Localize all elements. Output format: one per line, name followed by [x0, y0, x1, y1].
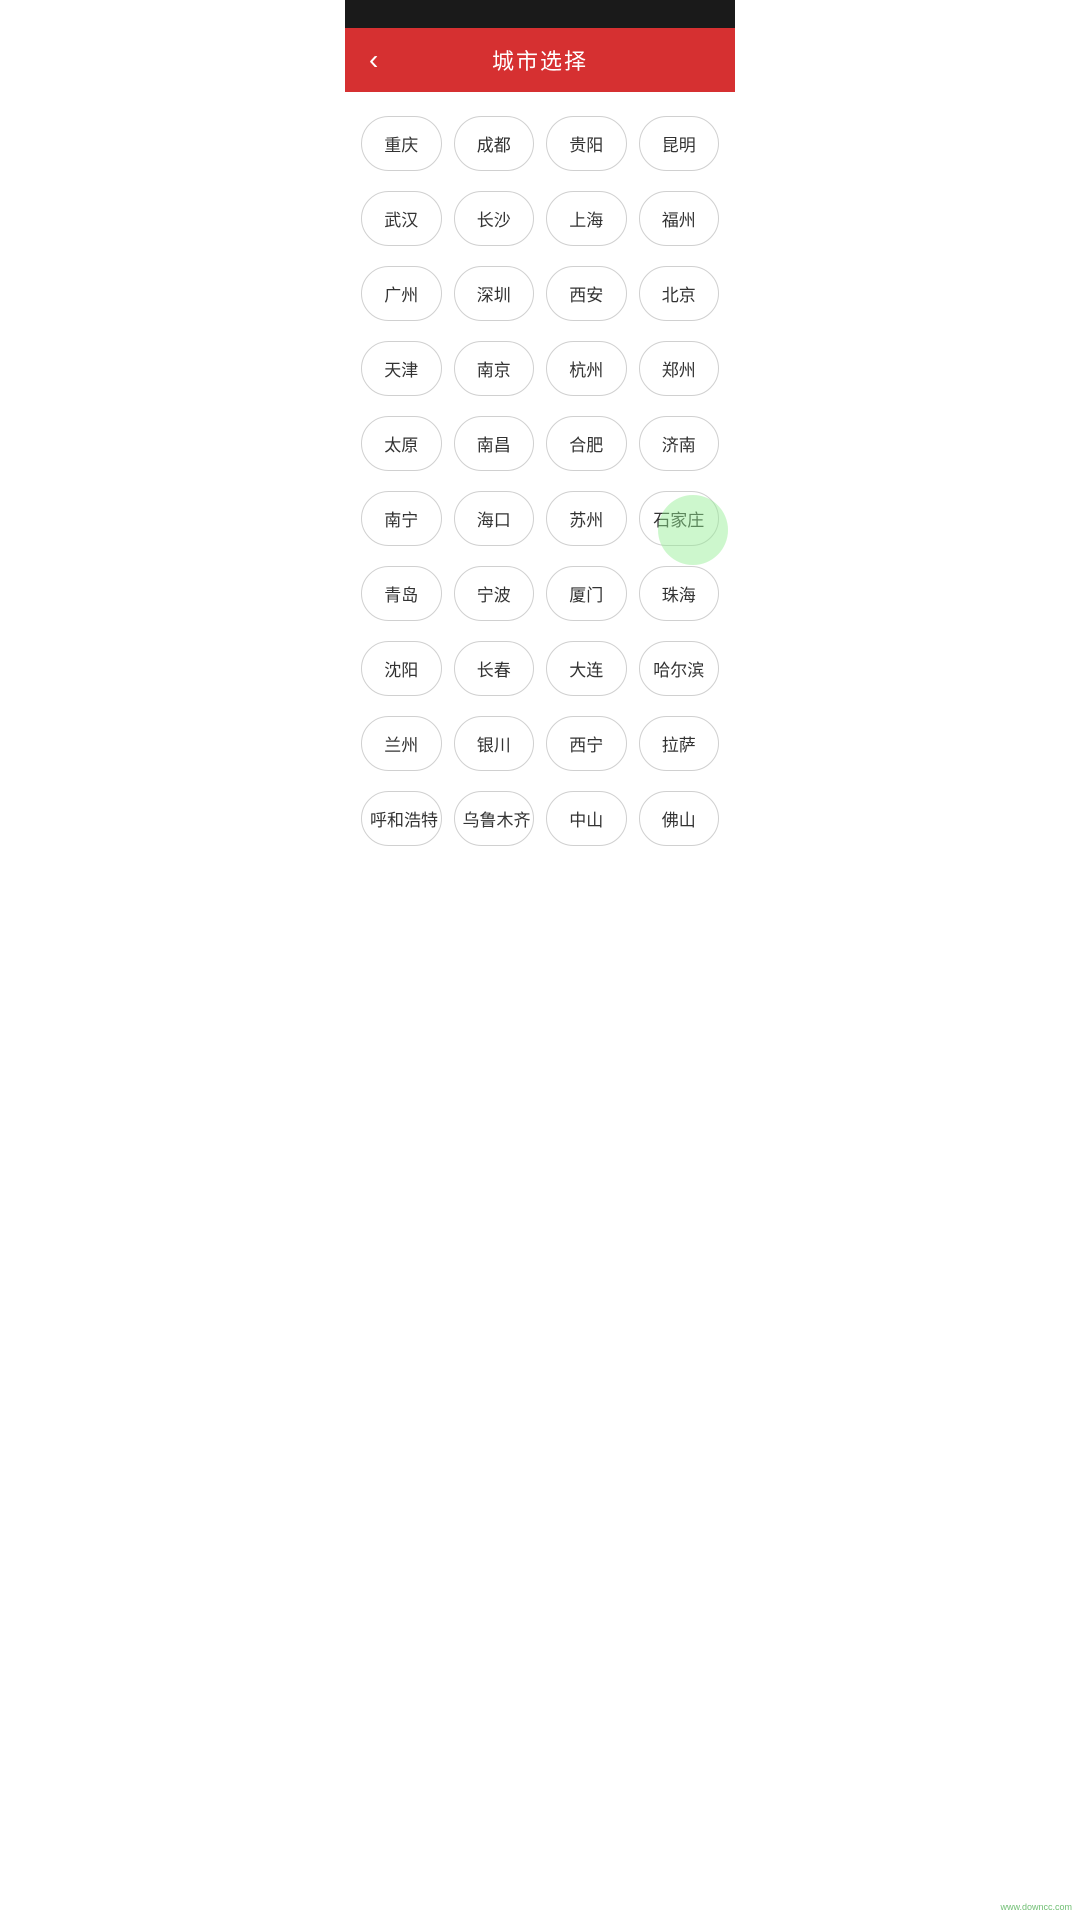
city-button[interactable]: 合肥 — [546, 416, 627, 471]
city-grid: 重庆成都贵阳昆明武汉长沙上海福州广州深圳西安北京天津南京杭州郑州太原南昌合肥济南… — [345, 92, 735, 870]
city-button[interactable]: 南昌 — [454, 416, 535, 471]
city-button[interactable]: 西安 — [546, 266, 627, 321]
city-button[interactable]: 兰州 — [361, 716, 442, 771]
back-button[interactable]: ‹ — [361, 38, 386, 82]
city-button[interactable]: 郑州 — [639, 341, 720, 396]
city-button[interactable]: 宁波 — [454, 566, 535, 621]
city-button[interactable]: 南宁 — [361, 491, 442, 546]
city-button[interactable]: 太原 — [361, 416, 442, 471]
city-button[interactable]: 珠海 — [639, 566, 720, 621]
city-button[interactable]: 天津 — [361, 341, 442, 396]
city-button[interactable]: 沈阳 — [361, 641, 442, 696]
city-button[interactable]: 武汉 — [361, 191, 442, 246]
city-button[interactable]: 贵阳 — [546, 116, 627, 171]
city-button[interactable]: 南京 — [454, 341, 535, 396]
city-button[interactable]: 成都 — [454, 116, 535, 171]
watermark: www.downcc.com — [1000, 1902, 1072, 1912]
city-button[interactable]: 苏州 — [546, 491, 627, 546]
city-button[interactable]: 北京 — [639, 266, 720, 321]
city-button[interactable]: 济南 — [639, 416, 720, 471]
city-button[interactable]: 广州 — [361, 266, 442, 321]
city-button[interactable]: 银川 — [454, 716, 535, 771]
city-button[interactable]: 厦门 — [546, 566, 627, 621]
city-button[interactable]: 长春 — [454, 641, 535, 696]
city-button[interactable]: 深圳 — [454, 266, 535, 321]
city-button[interactable]: 石家庄 — [639, 491, 720, 546]
city-button[interactable]: 海口 — [454, 491, 535, 546]
page-title: 城市选择 — [492, 44, 588, 76]
city-button[interactable]: 乌鲁木齐 — [454, 791, 535, 846]
city-button[interactable]: 青岛 — [361, 566, 442, 621]
city-button[interactable]: 长沙 — [454, 191, 535, 246]
city-button[interactable]: 重庆 — [361, 116, 442, 171]
city-button[interactable]: 上海 — [546, 191, 627, 246]
status-bar — [345, 0, 735, 28]
header: ‹ 城市选择 — [345, 28, 735, 92]
city-button[interactable]: 西宁 — [546, 716, 627, 771]
city-button[interactable]: 中山 — [546, 791, 627, 846]
city-button[interactable]: 佛山 — [639, 791, 720, 846]
city-button[interactable]: 哈尔滨 — [639, 641, 720, 696]
city-button[interactable]: 拉萨 — [639, 716, 720, 771]
city-button[interactable]: 呼和浩特 — [361, 791, 442, 846]
city-button[interactable]: 昆明 — [639, 116, 720, 171]
city-button[interactable]: 福州 — [639, 191, 720, 246]
city-button[interactable]: 大连 — [546, 641, 627, 696]
city-button[interactable]: 杭州 — [546, 341, 627, 396]
